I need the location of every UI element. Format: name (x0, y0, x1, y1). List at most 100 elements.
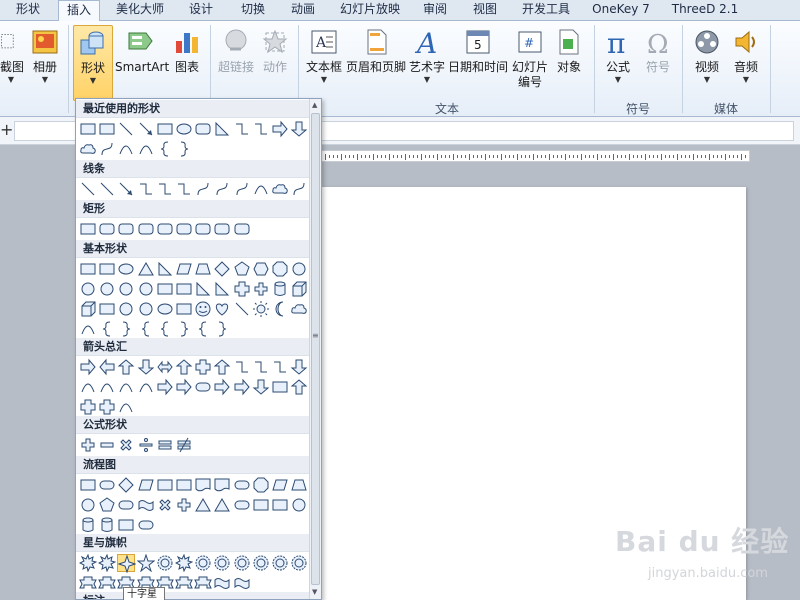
tab-threed[interactable]: ThreeD 2.1 (666, 0, 744, 21)
shape-gallery-item[interactable] (98, 120, 116, 138)
shape-gallery-item[interactable] (156, 180, 174, 198)
symbol-button[interactable]: Ω 符号 (640, 25, 676, 97)
shape-gallery-item[interactable] (213, 378, 231, 396)
shape-gallery-item[interactable] (290, 260, 308, 278)
shape-gallery-item[interactable] (98, 220, 116, 238)
shape-gallery-item[interactable] (175, 476, 193, 494)
shape-gallery-item[interactable] (290, 280, 308, 298)
shape-gallery-item[interactable] (79, 436, 97, 454)
tab-insert[interactable]: 插入 (58, 0, 100, 22)
shape-gallery-item[interactable] (175, 358, 193, 376)
shape-gallery-item[interactable] (175, 140, 193, 158)
chart-button[interactable]: 图表 (170, 25, 204, 97)
shape-gallery-item[interactable] (271, 476, 289, 494)
shape-gallery-item[interactable] (233, 300, 251, 318)
shape-gallery-item[interactable] (213, 180, 231, 198)
shape-gallery-item[interactable] (175, 120, 193, 138)
tab-shape-format[interactable]: 形状 (0, 0, 56, 21)
shape-4-point-star[interactable] (117, 554, 137, 573)
shape-gallery-item[interactable] (156, 436, 174, 454)
shape-gallery-item[interactable] (290, 476, 308, 494)
shape-gallery-item[interactable] (137, 140, 155, 158)
photo-album-button[interactable]: 相册 ▼ (28, 25, 62, 97)
shape-gallery-item[interactable] (98, 554, 117, 572)
shape-gallery-item[interactable] (252, 180, 270, 198)
shape-gallery-item[interactable] (117, 300, 135, 318)
shape-gallery-item[interactable] (117, 398, 135, 416)
shape-gallery-item[interactable] (117, 516, 135, 534)
shape-gallery-item[interactable] (175, 300, 193, 318)
shape-gallery-item[interactable] (137, 300, 155, 318)
shape-gallery-item[interactable] (156, 496, 174, 514)
textbox-button[interactable]: A 文本框 ▼ (304, 25, 344, 97)
shape-gallery-item[interactable] (194, 358, 212, 376)
shape-gallery-item[interactable] (175, 320, 193, 338)
shape-gallery-item[interactable] (137, 120, 155, 138)
shape-gallery-item[interactable] (137, 358, 155, 376)
shape-gallery-item[interactable] (156, 300, 174, 318)
shape-gallery-item[interactable] (98, 436, 116, 454)
shape-gallery-item[interactable] (252, 280, 270, 298)
shape-gallery-item[interactable] (194, 574, 212, 592)
scroll-up-icon[interactable]: ▲ (312, 101, 317, 109)
shape-gallery-item[interactable] (252, 120, 270, 138)
shape-gallery-item[interactable] (233, 574, 251, 592)
tab-developer[interactable]: 开发工具 (514, 0, 578, 21)
shape-gallery-item[interactable] (233, 120, 251, 138)
shapes-button[interactable]: 形状 ▼ (73, 25, 113, 101)
shape-gallery-item[interactable] (98, 496, 116, 514)
shape-gallery-item[interactable] (194, 476, 212, 494)
shape-gallery-item[interactable] (290, 378, 308, 396)
shape-gallery-item[interactable] (252, 300, 270, 318)
shape-gallery-item[interactable] (233, 554, 251, 572)
shape-gallery-item[interactable] (117, 140, 135, 158)
panel-scrollbar[interactable]: ▲ ≡ ▼ (309, 99, 321, 599)
scroll-down-icon[interactable]: ▼ (312, 588, 317, 596)
shape-gallery-item[interactable] (194, 220, 212, 238)
shape-gallery-item[interactable] (117, 320, 135, 338)
shape-gallery-item[interactable] (79, 260, 97, 278)
shape-gallery-item[interactable] (98, 140, 116, 158)
smartart-button[interactable]: SmartArt (115, 25, 169, 97)
shape-gallery-item[interactable] (79, 476, 97, 494)
shape-gallery-item[interactable] (271, 378, 289, 396)
shape-gallery-item[interactable] (175, 554, 193, 572)
shape-gallery-item[interactable] (213, 120, 231, 138)
shape-gallery-item[interactable] (194, 554, 212, 572)
audio-button[interactable]: 音频 ▼ (728, 25, 764, 97)
shape-gallery-item[interactable] (271, 358, 289, 376)
shape-gallery-item[interactable] (271, 180, 289, 198)
shape-gallery-item[interactable] (117, 220, 135, 238)
shape-gallery-item[interactable] (137, 516, 155, 534)
shape-gallery-item[interactable] (156, 120, 174, 138)
shape-gallery-item[interactable] (117, 260, 135, 278)
shape-gallery-item[interactable] (136, 554, 155, 572)
shape-gallery-item[interactable] (156, 358, 174, 376)
shape-gallery-item[interactable] (194, 320, 212, 338)
shape-gallery-item[interactable] (213, 260, 231, 278)
wordart-button[interactable]: A 艺术字 ▼ (408, 25, 446, 97)
tab-beautify[interactable]: 美化大师 (108, 0, 172, 21)
shape-gallery-item[interactable] (252, 554, 270, 572)
shape-gallery-item[interactable] (233, 180, 251, 198)
shape-gallery-item[interactable] (271, 280, 289, 298)
slide-number-button[interactable]: # 幻灯片 编号 (510, 25, 550, 97)
shape-gallery-item[interactable] (175, 260, 193, 278)
shape-gallery-item[interactable] (213, 574, 231, 592)
shape-gallery-item[interactable] (175, 436, 193, 454)
shape-gallery-item[interactable] (98, 398, 116, 416)
shape-gallery-item[interactable] (79, 300, 97, 318)
shape-gallery-item[interactable] (79, 496, 97, 514)
shape-gallery-item[interactable] (213, 280, 231, 298)
shape-gallery-item[interactable] (271, 300, 289, 318)
shape-gallery-item[interactable] (233, 220, 251, 238)
shape-gallery-item[interactable] (79, 140, 97, 158)
shape-gallery-item[interactable] (117, 280, 135, 298)
shape-gallery-item[interactable] (213, 220, 231, 238)
shape-gallery-item[interactable] (252, 260, 270, 278)
tab-slideshow[interactable]: 幻灯片放映 (334, 0, 406, 21)
shape-gallery-item[interactable] (156, 378, 174, 396)
shape-gallery-item[interactable] (137, 476, 155, 494)
shape-gallery-item[interactable] (175, 180, 193, 198)
shape-gallery-item[interactable] (194, 280, 212, 298)
